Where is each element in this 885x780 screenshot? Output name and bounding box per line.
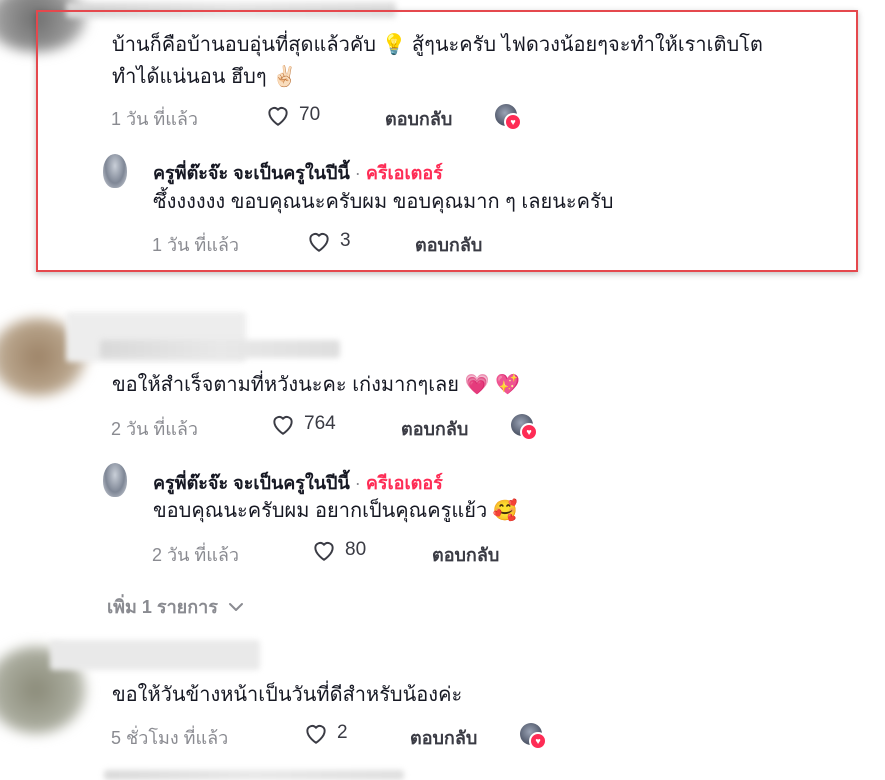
heart-outline-icon[interactable] (303, 721, 329, 745)
reply-author-name[interactable]: ครูพี่ต๊ะจ๊ะ จะเป็นครูในปีนี้ (153, 163, 350, 183)
chevron-down-icon[interactable] (228, 602, 244, 612)
creator-liked-icon: ♥ (511, 414, 538, 441)
comment-timestamp: 5 ชั่วโมง ที่แล้ว (111, 728, 229, 748)
reply-author-name[interactable]: ครูพี่ต๊ะจ๊ะ จะเป็นครูในปีนี้ (153, 473, 350, 493)
next-comment-preview (104, 770, 404, 780)
like-count: 3 (340, 230, 351, 251)
comment-text-line1: บ้านก็คือบ้านอบอุ่นที่สุดแล้วคับ 💡 สู้ๆน… (112, 34, 763, 56)
creator-liked-icon: ♥ (520, 723, 547, 750)
view-more-replies[interactable]: เพิ่ม 1 รายการ (107, 592, 244, 621)
comment-text: บ้านก็คือบ้านอบอุ่นที่สุดแล้วคับ 💡 สู้ๆน… (112, 32, 763, 58)
like-button[interactable]: 70 (265, 103, 320, 127)
separator-dot: · (354, 163, 361, 183)
heart-outline-icon[interactable] (306, 229, 332, 253)
reply-button[interactable]: ตอบกลับ (432, 540, 499, 569)
like-count: 80 (345, 539, 367, 560)
like-button[interactable]: 764 (270, 412, 336, 436)
comment-text-line2: ทำได้แน่นอน ฮึบๆ ✌🏻 (112, 66, 298, 88)
creator-avatar[interactable] (103, 463, 127, 497)
like-button[interactable]: 2 (303, 721, 348, 745)
separator-dot: · (354, 473, 361, 493)
reply-text: ซึ้งงงงงง ขอบคุณนะครับผม ขอบคุณมาก ๆ เลย… (153, 191, 614, 213)
reply-button[interactable]: ตอบกลับ (410, 723, 477, 752)
comment-timestamp: 2 วัน ที่แล้ว (111, 419, 199, 439)
reply-like-button[interactable]: 3 (306, 229, 351, 253)
reply-like-button[interactable]: 80 (311, 538, 366, 562)
view-more-label[interactable]: เพิ่ม 1 รายการ (107, 592, 218, 621)
heart-outline-icon[interactable] (311, 538, 337, 562)
reply-author[interactable]: ครูพี่ต๊ะจ๊ะ จะเป็นครูในปีนี้ · ครีเอเตอ… (153, 158, 443, 187)
creator-badge: ครีเอเตอร์ (365, 473, 443, 493)
comment-timestamp: 1 วัน ที่แล้ว (111, 109, 199, 129)
heart-outline-icon[interactable] (270, 412, 296, 436)
heart-outline-icon[interactable] (265, 103, 291, 127)
like-count: 764 (304, 413, 336, 434)
creator-badge: ครีเอเตอร์ (365, 163, 443, 183)
reply-text: ขอบคุณนะครับผม อยากเป็นคุณครูแย้ว 🥰 (153, 500, 518, 522)
creator-liked-icon: ♥ (495, 104, 522, 131)
commenter-username-extra (100, 340, 340, 358)
reply-timestamp: 1 วัน ที่แล้ว (152, 235, 240, 255)
creator-avatar[interactable] (103, 154, 127, 188)
reply-button[interactable]: ตอบกลับ (415, 230, 482, 259)
comment-text: ขอให้สำเร็จตามที่หวังนะคะ เก่งมากๆเลย 💗 … (112, 374, 520, 396)
reply-button[interactable]: ตอบกลับ (385, 104, 452, 133)
commenter-username[interactable] (50, 640, 260, 670)
like-count: 2 (337, 722, 348, 743)
comment-text: ขอให้วันข้างหน้าเป็นวันที่ดีสำหรับน้องค่… (112, 684, 463, 706)
reply-button[interactable]: ตอบกลับ (401, 414, 468, 443)
reply-timestamp: 2 วัน ที่แล้ว (152, 545, 240, 565)
reply-author[interactable]: ครูพี่ต๊ะจ๊ะ จะเป็นครูในปีนี้ · ครีเอเตอ… (153, 468, 443, 497)
like-count: 70 (299, 104, 321, 125)
